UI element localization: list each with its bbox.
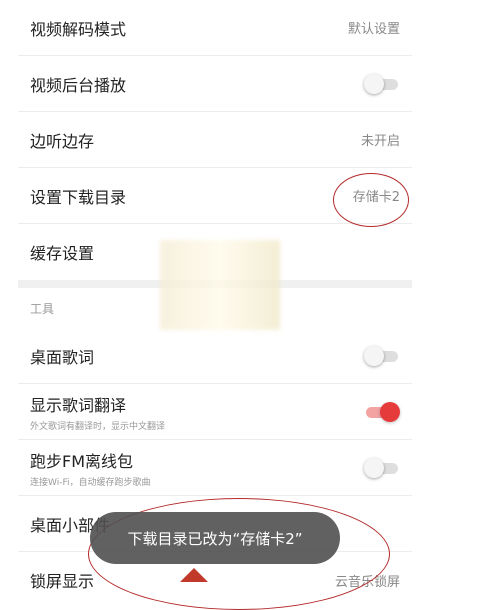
setting-label: 桌面歌词 — [30, 347, 95, 367]
desktop-lyrics-toggle[interactable] — [364, 345, 400, 366]
toast-message: 下载目录已改为“存储卡2” — [90, 512, 340, 564]
lyrics-translation-toggle[interactable] — [364, 401, 400, 422]
setting-label: 设置下载目录 — [30, 187, 127, 207]
setting-video-background[interactable]: 视频后台播放 — [18, 56, 412, 112]
setting-desktop-lyrics[interactable]: 桌面歌词 — [18, 328, 412, 384]
setting-label: 边听边存 — [30, 131, 95, 151]
video-background-toggle[interactable] — [364, 73, 400, 94]
setting-lyrics-translation[interactable]: 显示歌词翻译 外文歌词有翻译时，显示中文翻译 — [18, 384, 412, 440]
setting-value: 默认设置 — [347, 22, 400, 37]
setting-sublabel: 外文歌词有翻译时，显示中文翻译 — [30, 421, 166, 432]
toggle-knob — [364, 457, 384, 478]
setting-label: 视频解码模式 — [30, 19, 127, 39]
download-dir-highlight-circle — [333, 173, 409, 227]
toggle-knob — [364, 73, 384, 94]
setting-label: 显示歌词翻译 — [30, 395, 127, 415]
arrow-up-icon — [180, 568, 208, 582]
setting-label: 锁屏显示 — [30, 572, 95, 591]
setting-video-decode[interactable]: 视频解码模式 默认设置 — [18, 0, 412, 56]
setting-sublabel: 连接Wi-Fi，自动缓存跑步歌曲 — [30, 477, 151, 488]
toggle-knob — [380, 401, 400, 422]
toggle-knob — [364, 345, 384, 366]
setting-value: 未开启 — [360, 134, 400, 149]
setting-listen-save[interactable]: 边听边存 未开启 — [18, 112, 412, 168]
toast-text: 下载目录已改为“存储卡2” — [127, 529, 303, 548]
setting-running-fm[interactable]: 跑步FM离线包 连接Wi-Fi，自动缓存跑步歌曲 — [18, 440, 412, 496]
running-fm-toggle[interactable] — [364, 457, 400, 478]
blurred-overlay — [160, 240, 280, 330]
setting-label: 跑步FM离线包 — [30, 451, 134, 471]
setting-label: 缓存设置 — [30, 244, 95, 263]
setting-label: 视频后台播放 — [30, 75, 127, 95]
